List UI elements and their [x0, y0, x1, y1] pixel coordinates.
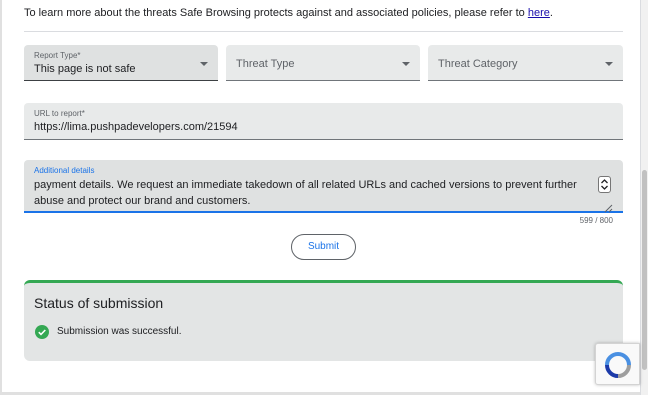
url-field[interactable]: URL to report* https://lima.pushpadevelo… [24, 103, 623, 140]
report-type-select[interactable]: Report Type* This page is not safe [24, 45, 218, 81]
report-type-value: This page is not safe [34, 63, 136, 75]
chevron-down-icon [605, 62, 613, 66]
threat-category-placeholder: Threat Category [438, 58, 518, 70]
resize-grip-icon[interactable] [603, 200, 613, 213]
here-link[interactable]: here [528, 7, 550, 19]
textarea-scroll-arrows-icon[interactable] [598, 176, 611, 193]
status-title: Status of submission [34, 295, 164, 311]
chevron-down-icon [200, 62, 208, 66]
chevron-down-icon [402, 62, 410, 66]
status-panel: Status of submission Submission was succ… [24, 280, 623, 361]
threat-type-placeholder: Threat Type [236, 58, 295, 70]
status-message: Submission was successful. [57, 326, 182, 337]
intro-text: To learn more about the threats Safe Bro… [24, 6, 624, 20]
divider [24, 31, 623, 32]
scrollbar-thumb[interactable] [642, 170, 647, 370]
additional-details-textarea[interactable]: Additional details payment details. We r… [24, 160, 623, 213]
intro-sentence: To learn more about the threats Safe Bro… [24, 7, 528, 19]
additional-details-label: Additional details [34, 166, 95, 175]
additional-details-text: payment details. We request an immediate… [34, 179, 577, 207]
url-label: URL to report* [34, 109, 85, 118]
window-left-border [0, 0, 2, 395]
recaptcha-icon [605, 352, 631, 378]
intro-period: . [549, 7, 553, 19]
threat-category-select[interactable]: Threat Category [428, 45, 623, 81]
threat-type-select[interactable]: Threat Type [226, 45, 420, 81]
check-circle-icon [35, 325, 49, 339]
character-counter: 599 / 800 [579, 216, 613, 225]
recaptcha-badge[interactable] [595, 343, 640, 385]
url-value: https://lima.pushpadevelopers.com/21594 [34, 121, 238, 133]
submit-button[interactable]: Submit [291, 234, 356, 260]
report-type-label: Report Type* [34, 51, 81, 60]
